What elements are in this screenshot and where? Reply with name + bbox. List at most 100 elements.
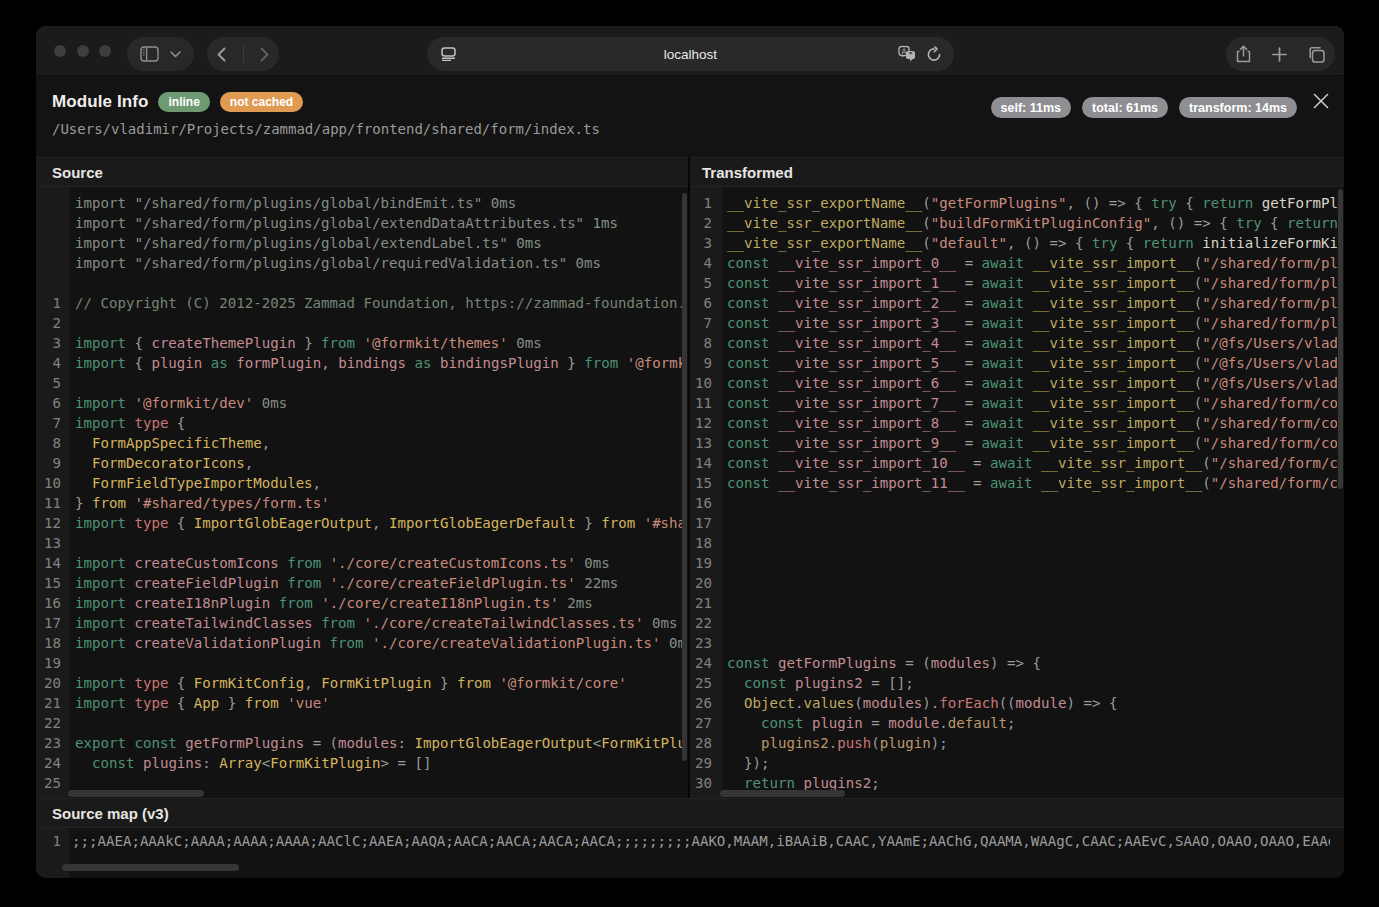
source-vscrollbar-thumb[interactable] bbox=[682, 193, 687, 761]
minimize-window-button[interactable] bbox=[77, 45, 89, 57]
line-content: const __vite_ssr_import_5__ = await __vi… bbox=[717, 353, 1337, 373]
transformed-hscrollbar-thumb[interactable] bbox=[720, 790, 845, 797]
url-text[interactable]: localhost bbox=[427, 47, 954, 62]
source-hscrollbar-thumb[interactable] bbox=[68, 790, 204, 797]
close-window-button[interactable] bbox=[54, 45, 66, 57]
line-number: 7 bbox=[36, 413, 65, 433]
line-content bbox=[717, 633, 727, 653]
sidebar-controls bbox=[127, 37, 194, 71]
source-code-editor[interactable]: import "/shared/form/plugins/global/bind… bbox=[36, 187, 688, 798]
inline-badge: inline bbox=[158, 92, 209, 112]
code-line bbox=[36, 273, 682, 293]
line-content: const __vite_ssr_import_8__ = await __vi… bbox=[717, 413, 1337, 433]
new-tab-button[interactable] bbox=[1272, 47, 1287, 62]
close-button[interactable] bbox=[1312, 92, 1330, 110]
line-content: import { createThemePlugin } from '@form… bbox=[65, 333, 542, 353]
line-content: export const getFormPlugins = (modules: … bbox=[65, 733, 682, 753]
plus-icon bbox=[1272, 47, 1287, 62]
line-content: ;;;AAEA;AAAkC;AAAA;AAAA;AAAA;AAClC;AAEA;… bbox=[65, 831, 1330, 851]
code-line: 20import type { FormKitConfig, FormKitPl… bbox=[36, 673, 682, 693]
line-content: const __vite_ssr_import_11__ = await __v… bbox=[717, 473, 1337, 493]
line-number: 12 bbox=[36, 513, 65, 533]
code-line: 20 bbox=[690, 573, 1337, 593]
share-button[interactable] bbox=[1236, 45, 1251, 63]
line-content bbox=[65, 273, 75, 293]
line-number: 12 bbox=[690, 413, 717, 433]
sourcemap-line: 1;;;AAEA;AAAkC;AAAA;AAAA;AAAA;AAClC;AAEA… bbox=[36, 831, 1330, 851]
line-number bbox=[36, 233, 65, 253]
line-number: 1 bbox=[36, 831, 65, 851]
line-number: 4 bbox=[36, 353, 65, 373]
line-number: 16 bbox=[36, 593, 65, 613]
line-number: 25 bbox=[690, 673, 717, 693]
line-number: 5 bbox=[690, 273, 717, 293]
line-content: const __vite_ssr_import_1__ = await __vi… bbox=[717, 273, 1337, 293]
sourcemap-body[interactable]: 1;;;AAEA;AAAkC;AAAA;AAAA;AAAA;AAClC;AAEA… bbox=[36, 828, 1344, 878]
line-content: const __vite_ssr_import_2__ = await __vi… bbox=[717, 293, 1337, 313]
reload-icon[interactable] bbox=[926, 46, 942, 62]
transformed-vscrollbar-thumb[interactable] bbox=[1338, 189, 1343, 489]
back-button[interactable] bbox=[217, 47, 226, 62]
line-number: 19 bbox=[690, 553, 717, 573]
line-content: const __vite_ssr_import_6__ = await __vi… bbox=[717, 373, 1337, 393]
code-line: 18import createValidationPlugin from './… bbox=[36, 633, 682, 653]
line-content: import "/shared/form/plugins/global/exte… bbox=[65, 213, 618, 233]
chevron-right-icon bbox=[260, 47, 269, 62]
address-bar[interactable]: localhost A * bbox=[427, 37, 954, 71]
line-number: 19 bbox=[36, 653, 65, 673]
code-line: 28 plugins2.push(plugin); bbox=[690, 733, 1337, 753]
code-line: 22 bbox=[36, 713, 682, 733]
code-line: 1;;;AAEA;AAAkC;AAAA;AAAA;AAAA;AAClC;AAEA… bbox=[36, 831, 1330, 851]
code-line: 23 bbox=[690, 633, 1337, 653]
code-line: 19 bbox=[690, 553, 1337, 573]
zoom-window-button[interactable] bbox=[99, 45, 111, 57]
tab-overview-button[interactable] bbox=[1308, 46, 1325, 63]
line-number: 24 bbox=[36, 753, 65, 773]
traffic-lights bbox=[54, 45, 111, 57]
line-number bbox=[36, 273, 65, 293]
code-line: 5 bbox=[36, 373, 682, 393]
chevron-left-icon bbox=[217, 47, 226, 62]
forward-button[interactable] bbox=[260, 47, 269, 62]
line-number: 8 bbox=[36, 433, 65, 453]
line-content: const __vite_ssr_import_7__ = await __vi… bbox=[717, 393, 1337, 413]
code-line: 8 FormAppSpecificTheme, bbox=[36, 433, 682, 453]
line-number bbox=[36, 213, 65, 233]
line-content: // Copyright (C) 2012-2025 Zammad Founda… bbox=[65, 293, 682, 313]
line-number: 11 bbox=[690, 393, 717, 413]
line-content bbox=[717, 533, 727, 553]
line-number: 11 bbox=[36, 493, 65, 513]
code-line: 6const __vite_ssr_import_2__ = await __v… bbox=[690, 293, 1337, 313]
code-line: 7const __vite_ssr_import_3__ = await __v… bbox=[690, 313, 1337, 333]
line-number: 18 bbox=[690, 533, 717, 553]
line-number: 14 bbox=[690, 453, 717, 473]
code-line: 12const __vite_ssr_import_8__ = await __… bbox=[690, 413, 1337, 433]
code-line: 6import '@formkit/dev' 0ms bbox=[36, 393, 682, 413]
code-line: import "/shared/form/plugins/global/exte… bbox=[36, 233, 682, 253]
line-content: } from '#shared/types/form.ts' bbox=[65, 493, 330, 513]
code-line: 13const __vite_ssr_import_9__ = await __… bbox=[690, 433, 1337, 453]
line-number: 27 bbox=[690, 713, 717, 733]
line-content: import type { FormKitConfig, FormKitPlug… bbox=[65, 673, 627, 693]
code-line: 15const __vite_ssr_import_11__ = await _… bbox=[690, 473, 1337, 493]
line-content: __vite_ssr_exportName__("buildFormKitPlu… bbox=[717, 213, 1337, 233]
address-bar-right-controls: A * bbox=[898, 46, 942, 63]
transformed-code-editor[interactable]: 1__vite_ssr_exportName__("getFormPlugins… bbox=[690, 187, 1344, 798]
share-icon bbox=[1236, 45, 1251, 63]
line-content: const __vite_ssr_import_9__ = await __vi… bbox=[717, 433, 1337, 453]
line-content bbox=[717, 613, 727, 633]
sourcemap-hscrollbar-thumb[interactable] bbox=[62, 864, 239, 871]
line-number bbox=[36, 253, 65, 273]
line-content: import type { ImportGlobEagerOutput, Imp… bbox=[65, 513, 682, 533]
code-line: 1__vite_ssr_exportName__("getFormPlugins… bbox=[690, 193, 1337, 213]
line-content: import createTailwindClasses from './cor… bbox=[65, 613, 678, 633]
sidebar-toggle-button[interactable] bbox=[140, 46, 159, 62]
line-number: 17 bbox=[36, 613, 65, 633]
line-content: import createFieldPlugin from './core/cr… bbox=[65, 573, 618, 593]
line-content: const plugins2 = []; bbox=[717, 673, 914, 693]
line-number: 2 bbox=[690, 213, 717, 233]
sidebar-chevron-button[interactable] bbox=[170, 51, 181, 58]
translate-icon[interactable]: A * bbox=[898, 46, 916, 63]
line-content: const __vite_ssr_import_4__ = await __vi… bbox=[717, 333, 1337, 353]
chevron-down-icon bbox=[170, 51, 181, 58]
